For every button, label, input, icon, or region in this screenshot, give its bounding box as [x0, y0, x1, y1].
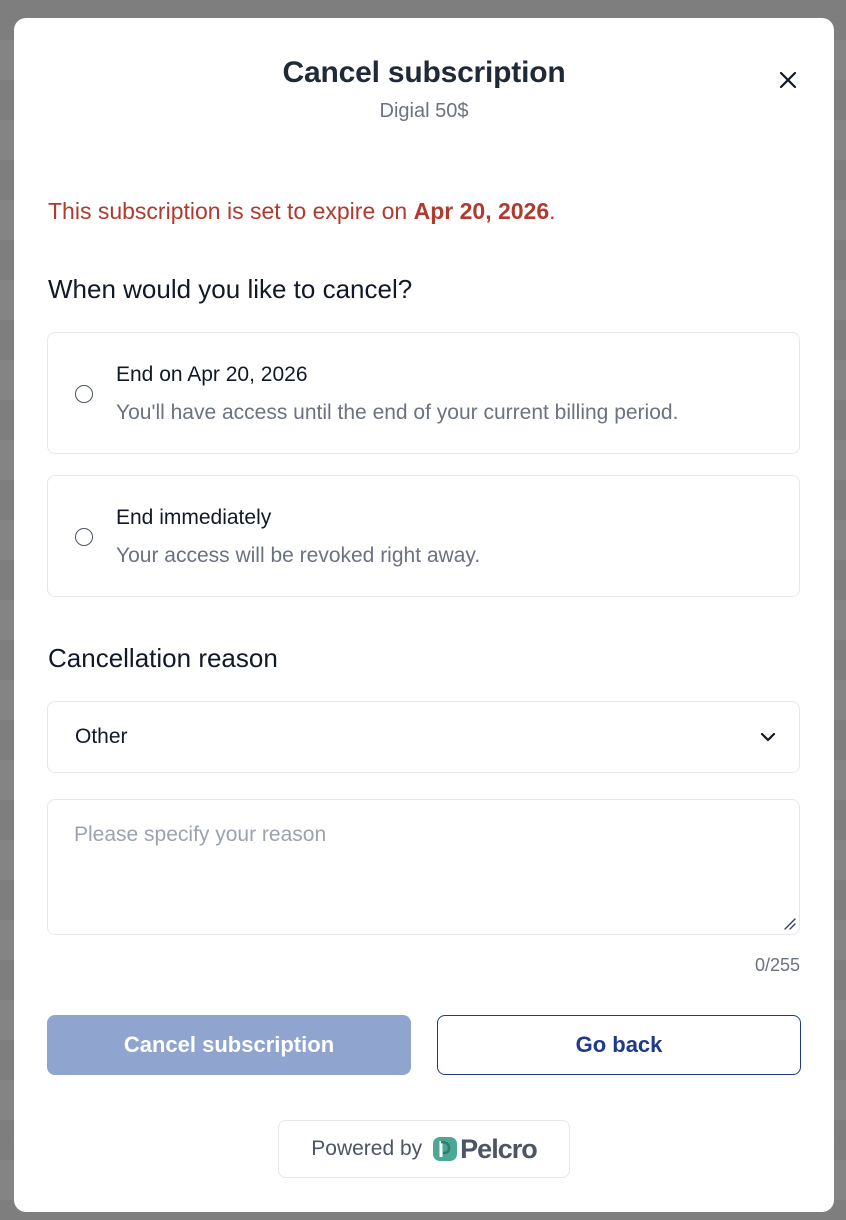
- character-count: 0/255: [754, 955, 800, 975]
- option-end-on-date[interactable]: End on Apr 20, 2026 You'll have access u…: [47, 332, 800, 454]
- expiry-date: Apr 20, 2026: [413, 198, 550, 224]
- cancel-timing-heading: When would you like to cancel?: [48, 274, 413, 304]
- radio-end-immediately[interactable]: [75, 528, 93, 546]
- select-value: Other: [75, 725, 128, 748]
- resize-handle-icon[interactable]: [782, 916, 796, 930]
- cancel-subscription-button[interactable]: Cancel subscription: [47, 1015, 411, 1075]
- chevron-down-icon: [760, 732, 776, 742]
- pelcro-logo-icon: [433, 1137, 458, 1161]
- powered-by-label: Powered by: [311, 1137, 423, 1160]
- modal-subtitle: Digial 50$: [379, 100, 469, 122]
- pelcro-brand-name: Pelcro: [460, 1133, 538, 1164]
- expiry-notice-prefix: This subscription is set to expire on: [48, 198, 414, 224]
- reason-textarea[interactable]: [47, 799, 800, 935]
- option-description: You'll have access until the end of your…: [116, 401, 679, 424]
- option-title: End immediately: [116, 506, 272, 529]
- option-end-immediately[interactable]: End immediately Your access will be revo…: [47, 475, 800, 597]
- go-back-button[interactable]: Go back: [437, 1015, 801, 1075]
- option-description: Your access will be revoked right away.: [116, 544, 481, 567]
- option-title: End on Apr 20, 2026: [116, 363, 308, 386]
- cancellation-reason-select[interactable]: Other: [47, 701, 800, 773]
- radio-end-on-date[interactable]: [75, 385, 93, 403]
- cancellation-reason-heading: Cancellation reason: [48, 643, 278, 673]
- expiry-notice-suffix: .: [549, 198, 556, 224]
- expiry-notice: This subscription is set to expire on Ap…: [48, 198, 556, 225]
- cancel-subscription-modal: Cancel subscription Digial 50$ This subs…: [14, 18, 834, 1212]
- pelcro-logo: Pelcro: [432, 1133, 538, 1165]
- modal-title: Cancel subscription: [282, 56, 566, 89]
- powered-by-badge[interactable]: Powered by Pelcro: [278, 1120, 570, 1178]
